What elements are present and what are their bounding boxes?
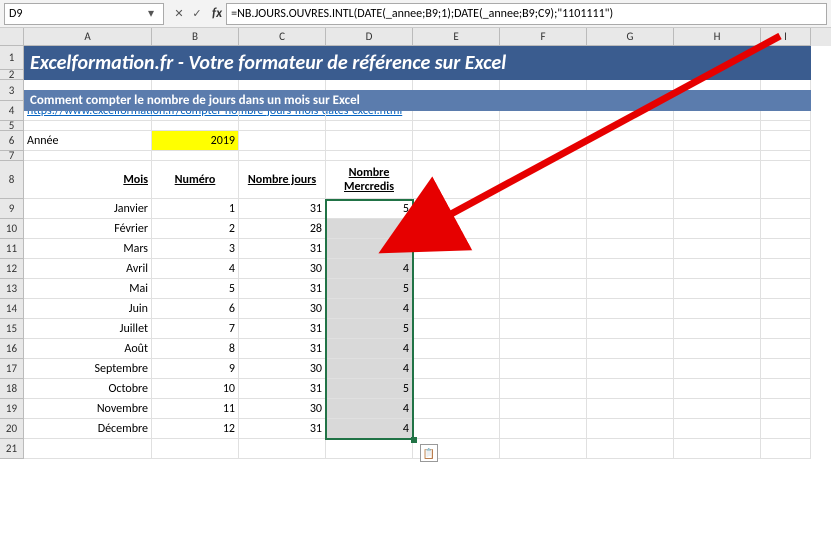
cell[interactable]: 4: [326, 239, 413, 259]
cell-reference-input[interactable]: D9 ▾: [4, 3, 164, 25]
row-header[interactable]: 20: [0, 419, 24, 439]
row-header[interactable]: 3: [0, 80, 24, 101]
cell[interactable]: 2: [152, 219, 239, 239]
cell[interactable]: 5: [152, 279, 239, 299]
row-header[interactable]: 10: [0, 219, 24, 239]
cell[interactable]: Janvier: [24, 199, 152, 219]
header-numero[interactable]: Numéro: [152, 161, 239, 199]
row-header[interactable]: 4: [0, 101, 24, 121]
formula-input[interactable]: =NB.JOURS.OUVRES.INTL(DATE(_annee;B9;1);…: [226, 3, 827, 25]
cell[interactable]: 31: [239, 339, 326, 359]
cell-reference-value: D9: [9, 7, 22, 21]
cell[interactable]: 30: [239, 299, 326, 319]
cell[interactable]: 4: [326, 399, 413, 419]
header-jours[interactable]: Nombre jours: [239, 161, 326, 199]
cell[interactable]: 31: [239, 419, 326, 439]
cell[interactable]: 4: [326, 359, 413, 379]
cell[interactable]: 31: [239, 279, 326, 299]
col-header-A[interactable]: A: [24, 28, 152, 46]
col-header-C[interactable]: C: [239, 28, 326, 46]
cell[interactable]: 11: [152, 399, 239, 419]
row-header[interactable]: 7: [0, 151, 24, 161]
cell[interactable]: 5: [326, 379, 413, 399]
year-label[interactable]: Année: [24, 131, 152, 151]
cell[interactable]: Décembre: [24, 419, 152, 439]
row-header[interactable]: 16: [0, 339, 24, 359]
row-header[interactable]: 2: [0, 70, 24, 80]
row-header[interactable]: 18: [0, 379, 24, 399]
fill-handle[interactable]: [411, 437, 417, 443]
page-banner: Excelformation.fr - Votre formateur de r…: [24, 46, 811, 80]
cell[interactable]: 31: [239, 199, 326, 219]
cell[interactable]: 6: [152, 299, 239, 319]
cell[interactable]: 4: [326, 339, 413, 359]
cell[interactable]: 7: [152, 319, 239, 339]
confirm-icon[interactable]: ✓: [189, 6, 205, 22]
cell[interactable]: Février: [24, 219, 152, 239]
cell[interactable]: 31: [239, 319, 326, 339]
row-header[interactable]: 13: [0, 279, 24, 299]
paste-options-icon[interactable]: 📋: [420, 444, 438, 462]
row-header[interactable]: 19: [0, 399, 24, 419]
col-header-E[interactable]: E: [413, 28, 500, 46]
cell[interactable]: Mai: [24, 279, 152, 299]
cell[interactable]: 1: [152, 199, 239, 219]
header-mois[interactable]: Mois: [24, 161, 152, 199]
cell[interactable]: 4: [326, 299, 413, 319]
cell[interactable]: Octobre: [24, 379, 152, 399]
cell[interactable]: 10: [152, 379, 239, 399]
cell[interactable]: 5: [326, 279, 413, 299]
cell[interactable]: Septembre: [24, 359, 152, 379]
cell[interactable]: Novembre: [24, 399, 152, 419]
cell[interactable]: 4: [152, 259, 239, 279]
row-header[interactable]: 5: [0, 121, 24, 131]
cell[interactable]: 4: [326, 219, 413, 239]
cell[interactable]: Juin: [24, 299, 152, 319]
fx-icon[interactable]: fx: [212, 6, 222, 21]
col-header-G[interactable]: G: [587, 28, 674, 46]
header-mercredis[interactable]: Nombre Mercredis: [326, 161, 413, 199]
row-header[interactable]: 8: [0, 161, 24, 199]
cell[interactable]: 30: [239, 359, 326, 379]
cell[interactable]: 4: [326, 419, 413, 439]
page-subbanner: Comment compter le nombre de jours dans …: [24, 90, 811, 111]
row-header[interactable]: 12: [0, 259, 24, 279]
cell[interactable]: 31: [239, 379, 326, 399]
cell[interactable]: 30: [239, 399, 326, 419]
row-header[interactable]: 14: [0, 299, 24, 319]
row-header[interactable]: 15: [0, 319, 24, 339]
col-header-H[interactable]: H: [674, 28, 761, 46]
row-header[interactable]: 6: [0, 131, 24, 151]
select-all-corner[interactable]: [0, 28, 24, 46]
cancel-icon[interactable]: ✕: [171, 6, 187, 22]
cell[interactable]: 3: [152, 239, 239, 259]
cell[interactable]: 31: [239, 239, 326, 259]
row-header[interactable]: 17: [0, 359, 24, 379]
cell[interactable]: Mars: [24, 239, 152, 259]
formula-value: =NB.JOURS.OUVRES.INTL(DATE(_annee;B9;1);…: [231, 7, 613, 21]
spreadsheet-grid[interactable]: A B C D E F G H I Excelformation.fr - Vo…: [0, 28, 831, 459]
row-header[interactable]: 21: [0, 439, 24, 459]
row-header[interactable]: 1: [0, 46, 24, 70]
cell-selected-active[interactable]: 5: [326, 199, 413, 219]
col-header-D[interactable]: D: [326, 28, 413, 46]
row-header[interactable]: 11: [0, 239, 24, 259]
cell[interactable]: Août: [24, 339, 152, 359]
chevron-down-icon[interactable]: ▾: [143, 6, 159, 21]
cell[interactable]: Avril: [24, 259, 152, 279]
cell[interactable]: 5: [326, 319, 413, 339]
cell[interactable]: 28: [239, 219, 326, 239]
formula-toolbar: D9 ▾ ✕ ✓ fx =NB.JOURS.OUVRES.INTL(DATE(_…: [0, 0, 831, 28]
cell[interactable]: 8: [152, 339, 239, 359]
row-header[interactable]: 9: [0, 199, 24, 219]
col-header-F[interactable]: F: [500, 28, 587, 46]
col-header-B[interactable]: B: [152, 28, 239, 46]
cell[interactable]: 30: [239, 259, 326, 279]
cell[interactable]: 9: [152, 359, 239, 379]
year-value-cell[interactable]: 2019: [152, 131, 239, 151]
cell[interactable]: Juillet: [24, 319, 152, 339]
cell[interactable]: 4: [326, 259, 413, 279]
col-header-I[interactable]: I: [761, 28, 811, 46]
cell[interactable]: 12: [152, 419, 239, 439]
